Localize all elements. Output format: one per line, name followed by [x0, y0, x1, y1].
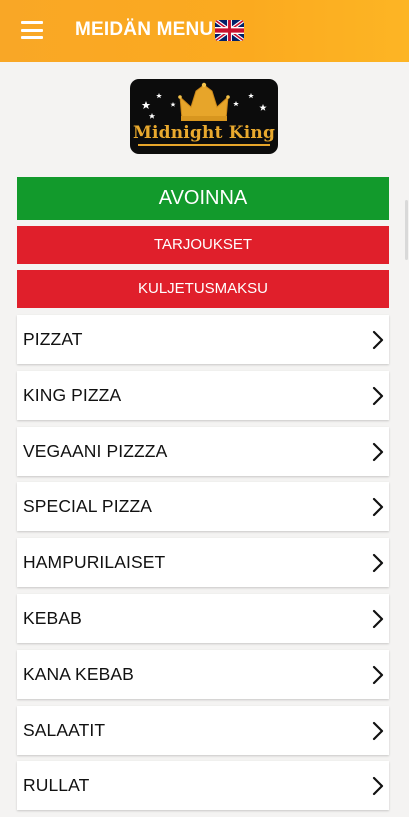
- hamburger-icon[interactable]: [21, 21, 43, 39]
- category-label: KANA KEBAB: [23, 663, 134, 684]
- chevron-right-icon: [372, 554, 384, 573]
- category-label: RULLAT: [23, 775, 90, 796]
- category-item-special-pizza[interactable]: SPECIAL PIZZA: [17, 482, 389, 532]
- category-list: PIZZAT KING PIZZA VEGAANI PIZZZA SPECIAL…: [17, 315, 389, 817]
- category-label: SPECIAL PIZZA: [23, 496, 153, 517]
- category-label: KING PIZZA: [23, 384, 122, 405]
- category-item-salaatit[interactable]: SALAATIT: [17, 705, 389, 755]
- category-item-kana-kebab[interactable]: KANA KEBAB: [17, 649, 389, 699]
- category-item-vegaani-pizzza[interactable]: VEGAANI PIZZZA: [17, 426, 389, 476]
- delivery-fee-button[interactable]: KULJETUSMAKSU: [17, 270, 389, 308]
- restaurant-logo: Midnight King: [130, 79, 278, 154]
- chevron-right-icon: [372, 609, 384, 629]
- category-label: KEBAB: [23, 607, 82, 628]
- category-label: PIZZAT: [23, 329, 83, 349]
- chevron-right-icon: [372, 665, 384, 684]
- category-label: SALAATIT: [23, 719, 106, 740]
- category-item-rullat[interactable]: RULLAT: [17, 761, 389, 811]
- chevron-right-icon: [372, 330, 384, 350]
- page-title: MEIDÄN MENU: [75, 19, 214, 40]
- offers-button[interactable]: TARJOUKSET: [17, 226, 389, 264]
- chevron-right-icon: [372, 386, 384, 405]
- uk-flag-icon[interactable]: [215, 20, 244, 41]
- chevron-right-icon: [372, 442, 384, 461]
- chevron-right-icon: [372, 498, 384, 517]
- category-item-hampurilaiset[interactable]: HAMPURILAISET: [17, 538, 389, 588]
- app-bar: MEIDÄN MENU: [0, 0, 409, 62]
- category-item-king-pizza[interactable]: KING PIZZA: [17, 370, 389, 420]
- category-item-kebab[interactable]: KEBAB: [17, 593, 389, 643]
- logo-text: Midnight King: [132, 123, 276, 143]
- chevron-right-icon: [372, 721, 384, 740]
- category-item-pizzat[interactable]: PIZZAT: [17, 315, 389, 364]
- chevron-right-icon: [372, 777, 384, 796]
- open-status-banner: AVOINNA: [17, 177, 389, 220]
- scrollbar[interactable]: [405, 200, 408, 260]
- category-label: HAMPURILAISET: [23, 552, 166, 573]
- category-label: VEGAANI PIZZZA: [23, 440, 168, 461]
